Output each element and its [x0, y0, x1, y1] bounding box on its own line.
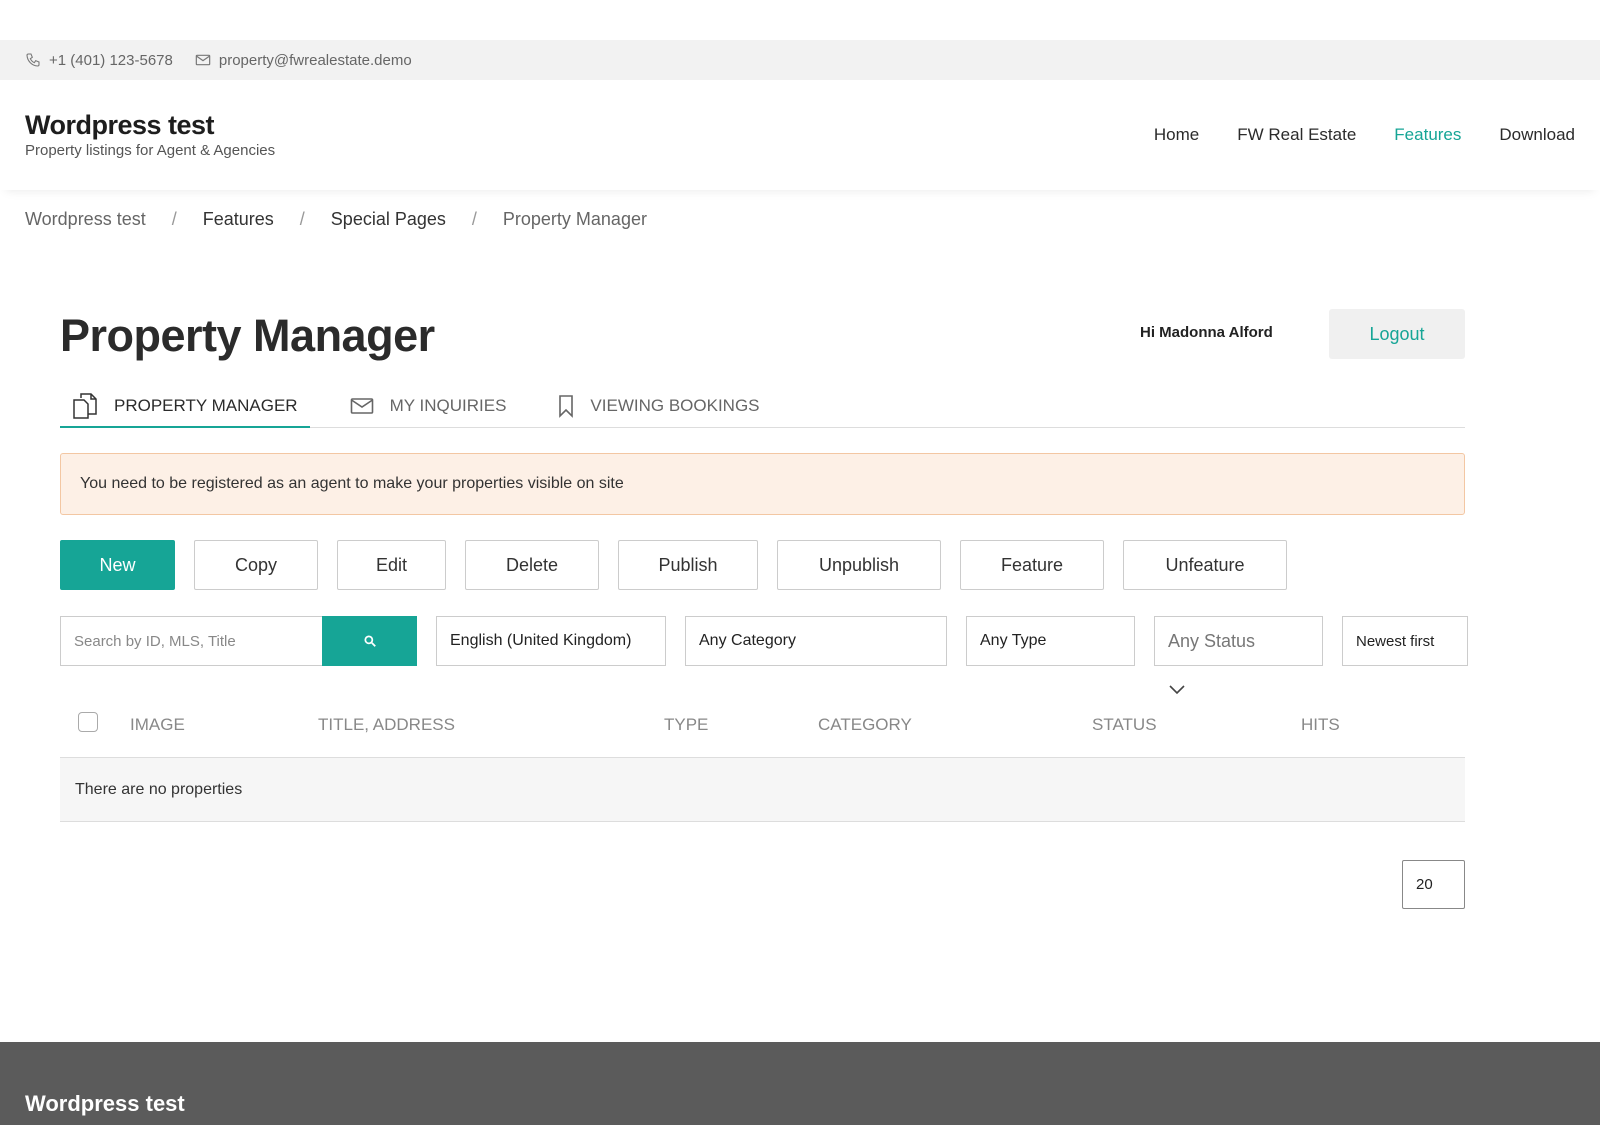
logout-button[interactable]: Logout — [1329, 309, 1465, 359]
envelope-icon — [350, 398, 373, 414]
chevron-down-icon[interactable] — [1168, 684, 1186, 696]
breadcrumb-home[interactable]: Wordpress test — [25, 209, 146, 230]
copy-button[interactable]: Copy — [194, 540, 318, 590]
email-contact[interactable]: property@fwrealestate.demo — [195, 52, 412, 69]
phone-number: +1 (401) 123-5678 — [49, 51, 173, 69]
category-select[interactable]: Any Category — [685, 616, 947, 666]
nav-features[interactable]: Features — [1394, 125, 1461, 145]
column-category: CATEGORY — [818, 715, 912, 734]
column-status: STATUS — [1092, 715, 1157, 734]
status-select[interactable]: Any Status — [1154, 616, 1323, 666]
contact-bar: +1 (401) 123-5678 property@fwrealestate.… — [0, 40, 1600, 80]
breadcrumb-features[interactable]: Features — [203, 209, 274, 230]
tab-my-inquiries[interactable]: MY INQUIRIES — [338, 385, 519, 427]
filter-bar: English (United Kingdom) Any Category An… — [60, 616, 1468, 666]
select-all-checkbox[interactable] — [78, 712, 98, 732]
tab-label: PROPERTY MANAGER — [114, 395, 298, 415]
empty-table-message: There are no properties — [60, 758, 1465, 822]
column-image: IMAGE — [130, 715, 185, 734]
nav-download[interactable]: Download — [1499, 125, 1575, 145]
page-title: Property Manager — [60, 310, 435, 361]
tab-label: MY INQUIRIES — [389, 396, 507, 415]
delete-button[interactable]: Delete — [465, 540, 599, 590]
action-toolbar: New Copy Edit Delete Publish Unpublish F… — [60, 540, 1306, 590]
type-select[interactable]: Any Type — [966, 616, 1135, 666]
nav-fw-real-estate[interactable]: FW Real Estate — [1237, 125, 1356, 145]
breadcrumb: Wordpress test / Features / Special Page… — [25, 209, 647, 230]
breadcrumb-separator: / — [299, 209, 305, 229]
breadcrumb-separator: / — [171, 209, 177, 229]
unpublish-button[interactable]: Unpublish — [777, 540, 941, 590]
table-header: IMAGE TITLE, ADDRESS TYPE CATEGORY STATU… — [60, 700, 1465, 758]
site-footer: Wordpress test — [0, 1042, 1600, 1125]
search-button[interactable] — [322, 616, 417, 666]
feature-button[interactable]: Feature — [960, 540, 1104, 590]
bookmark-icon — [559, 395, 574, 418]
phone-contact[interactable]: +1 (401) 123-5678 — [25, 52, 173, 69]
column-type: TYPE — [664, 715, 709, 734]
edit-button[interactable]: Edit — [337, 540, 446, 590]
phone-icon — [26, 53, 40, 67]
new-button[interactable]: New — [60, 540, 175, 590]
email-address: property@fwrealestate.demo — [218, 51, 412, 69]
search-icon — [363, 635, 376, 647]
column-title-address: TITLE, ADDRESS — [318, 715, 455, 734]
envelope-icon — [195, 54, 211, 66]
footer-title: Wordpress test — [25, 1091, 185, 1116]
user-greeting: Hi Madonna Alford — [1140, 324, 1273, 341]
tab-property-manager[interactable]: PROPERTY MANAGER — [60, 385, 310, 428]
documents-icon — [73, 392, 97, 419]
site-tagline: Property listings for Agent & Agencies — [25, 142, 276, 159]
tab-viewing-bookings[interactable]: VIEWING BOOKINGS — [546, 385, 771, 427]
unfeature-button[interactable]: Unfeature — [1123, 540, 1287, 590]
agent-registration-alert: You need to be registered as an agent to… — [60, 453, 1465, 515]
manager-tabs: PROPERTY MANAGER MY INQUIRIES VIEWING BO… — [60, 385, 1465, 428]
breadcrumb-special-pages[interactable]: Special Pages — [331, 209, 446, 230]
breadcrumb-current: Property Manager — [502, 209, 647, 229]
sort-select[interactable]: Newest first — [1342, 616, 1468, 666]
brand[interactable]: Wordpress test Property listings for Age… — [25, 110, 275, 159]
main-nav: Home FW Real Estate Features Download — [1154, 125, 1575, 145]
breadcrumb-separator: / — [471, 209, 477, 229]
search-input[interactable] — [60, 616, 322, 666]
tab-label: VIEWING BOOKINGS — [590, 396, 760, 415]
site-header: Wordpress test Property listings for Age… — [0, 80, 1600, 190]
column-hits: HITS — [1301, 715, 1340, 734]
per-page-select[interactable]: 20 — [1402, 860, 1465, 909]
publish-button[interactable]: Publish — [618, 540, 758, 590]
site-title[interactable]: Wordpress test — [25, 110, 275, 141]
language-select[interactable]: English (United Kingdom) — [436, 616, 666, 666]
nav-home[interactable]: Home — [1154, 125, 1199, 145]
